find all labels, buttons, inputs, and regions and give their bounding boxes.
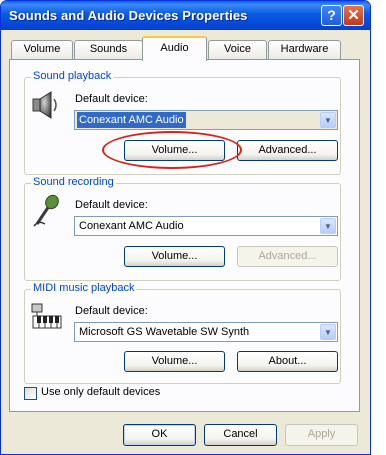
properties-dialog: Sounds and Audio Devices Properties ? ✕ … [0, 0, 371, 455]
recording-device-select[interactable]: Conexant AMC Audio ▼ [74, 216, 338, 236]
midi-keyboard-icon [31, 303, 62, 329]
playback-advanced-button[interactable]: Advanced... [237, 140, 338, 161]
playback-default-device-label: Default device: [75, 93, 148, 105]
midi-volume-button[interactable]: Volume... [124, 351, 225, 372]
use-default-devices-checkbox[interactable] [24, 387, 37, 400]
recording-device-value: Conexant AMC Audio [79, 220, 184, 232]
window-title: Sounds and Audio Devices Properties [9, 8, 248, 23]
tab-voice[interactable]: Voice [208, 40, 267, 59]
tab-hardware[interactable]: Hardware [268, 40, 341, 59]
speaker-icon [32, 91, 57, 119]
sound-playback-group: Sound playback Default device: Conexant … [24, 70, 341, 175]
playback-device-value: Conexant AMC Audio [77, 112, 186, 128]
title-bar[interactable]: Sounds and Audio Devices Properties ? ✕ [1, 1, 370, 30]
help-icon: ? [327, 7, 336, 23]
tab-audio[interactable]: Audio [142, 36, 207, 61]
tab-sounds[interactable]: Sounds [74, 40, 143, 59]
audio-tab-panel: Sound playback Default device: Conexant … [9, 59, 360, 412]
sound-recording-group: Sound recording Default device: Conexant… [24, 176, 341, 281]
help-button[interactable]: ? [321, 5, 342, 26]
close-icon: ✕ [347, 7, 360, 24]
midi-default-device-label: Default device: [75, 305, 148, 317]
microphone-icon [33, 194, 59, 227]
cancel-button[interactable]: Cancel [204, 424, 277, 446]
ok-button[interactable]: OK [123, 424, 196, 446]
chevron-down-icon[interactable]: ▼ [320, 112, 336, 128]
recording-default-device-label: Default device: [75, 199, 148, 211]
tab-volume[interactable]: Volume [11, 40, 73, 59]
recording-advanced-button: Advanced... [237, 246, 338, 267]
midi-device-select[interactable]: Microsoft GS Wavetable SW Synth ▼ [74, 322, 338, 342]
apply-button: Apply [285, 424, 358, 446]
chevron-down-icon[interactable]: ▼ [320, 324, 336, 340]
chevron-down-icon[interactable]: ▼ [320, 218, 336, 234]
group-label: Sound playback [31, 70, 114, 82]
playback-volume-button[interactable]: Volume... [124, 140, 225, 161]
close-button[interactable]: ✕ [343, 5, 364, 26]
use-default-devices-label[interactable]: Use only default devices [41, 386, 160, 398]
group-label: MIDI music playback [31, 282, 137, 294]
recording-volume-button[interactable]: Volume... [124, 246, 225, 267]
midi-playback-group: MIDI music playback Default device: Micr… [24, 282, 341, 384]
midi-device-value: Microsoft GS Wavetable SW Synth [79, 326, 250, 338]
group-label: Sound recording [31, 176, 116, 188]
midi-about-button[interactable]: About... [237, 351, 338, 372]
tab-strip: Volume Sounds Audio Voice Hardware [9, 36, 359, 61]
playback-device-select[interactable]: Conexant AMC Audio ▼ [74, 110, 338, 130]
